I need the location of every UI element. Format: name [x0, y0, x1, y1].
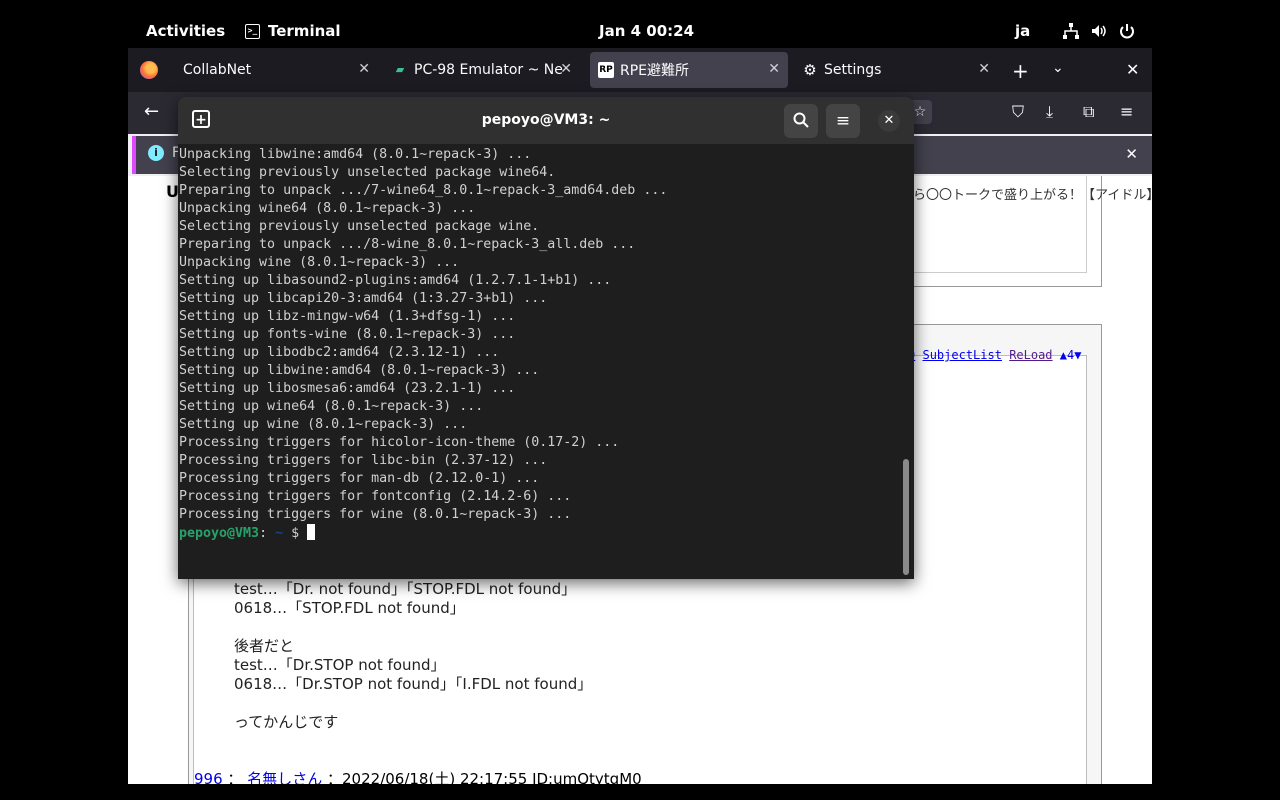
activities-button[interactable]: Activities [146, 22, 225, 40]
tab-label: PC-98 Emulator ~ Neko [414, 62, 564, 78]
extensions-icon[interactable]: ⧉ [1083, 102, 1094, 122]
terminal-line: Setting up libasound2-plugins:amd64 (1.2… [179, 273, 612, 288]
link-arrows[interactable]: ▲4▼ [1060, 348, 1082, 362]
tab-collabnet[interactable]: CollabNet ✕ [172, 52, 378, 88]
terminal-line: Selecting previously unselected package … [179, 165, 556, 180]
power-icon[interactable] [1118, 22, 1136, 40]
input-language[interactable]: ja [1015, 22, 1030, 40]
download-icon[interactable]: ⤓ [1046, 102, 1053, 122]
terminal-line: Setting up libwine:amd64 (8.0.1~repack-3… [179, 363, 540, 378]
terminal-line: Unpacking wine (8.0.1~repack-3) ... [179, 255, 460, 270]
terminal-line: Processing triggers for fontconfig (2.14… [179, 489, 572, 504]
tab-pc98-emulator[interactable]: ▰ PC-98 Emulator ~ Neko ✕ [382, 52, 580, 88]
tab-label: Settings [824, 62, 882, 78]
pocket-icon[interactable]: ⛉ [1012, 102, 1024, 122]
post-line: test…「Dr. not found」「STOP.FDL not found」 [234, 580, 577, 598]
terminal-scrollbar[interactable] [903, 459, 909, 575]
terminal-line: Processing triggers for libc-bin (2.37-1… [179, 453, 548, 468]
window-close-button[interactable]: ✕ [1126, 60, 1139, 79]
prompt-symbol: $ [283, 526, 308, 541]
terminal-window: pepoyo@VM3: ~ + ≡ ✕ Unpacking libwine:am… [178, 97, 914, 579]
terminal-icon: >_ [245, 23, 260, 39]
terminal-line: Unpacking wine64 (8.0.1~repack-3) ... [179, 201, 476, 216]
rpe-icon: RP [598, 62, 614, 78]
volume-icon[interactable] [1090, 22, 1108, 40]
tab-bar: CollabNet ✕ ▰ PC-98 Emulator ~ Neko ✕ RP… [128, 48, 1152, 92]
prompt-separator: : [259, 526, 268, 541]
text-cursor [307, 524, 316, 540]
new-tab-button[interactable]: + [1012, 59, 1029, 83]
post-author[interactable]: 名無しさん [247, 770, 322, 784]
gnome-top-bar: Activities >_ Terminal Jan 4 00:24 ja [0, 0, 1280, 48]
close-icon[interactable]: ✕ [1125, 145, 1138, 163]
new-tab-icon[interactable]: + [192, 110, 210, 128]
terminal-line: Selecting previously unselected package … [179, 219, 540, 234]
terminal-output[interactable]: Unpacking libwine:amd64 (8.0.1~repack-3)… [179, 146, 899, 576]
terminal-line: Preparing to unpack .../8-wine_8.0.1~rep… [179, 237, 636, 252]
terminal-line: Processing triggers for hicolor-icon-the… [179, 435, 620, 450]
prompt-user: pepoyo@VM3 [179, 526, 260, 541]
post-line: ってかんじです [234, 713, 339, 731]
terminal-line: Setting up libodbc2:amd64 (2.3.12-1) ... [179, 345, 500, 360]
list-tabs-button[interactable]: ⌄ [1052, 60, 1064, 76]
headline-link[interactable]: ら〇〇トークで盛り上がる！【アイドル】 [913, 184, 1152, 203]
terminal-line: Setting up libosmesa6:amd64 (23.2.1-1) .… [179, 381, 516, 396]
system-tray[interactable] [1062, 22, 1136, 40]
close-icon[interactable]: ✕ [878, 110, 900, 132]
post-separator: ： [227, 770, 243, 784]
tab-label: RPE避難所 [620, 63, 690, 79]
pc98-icon: ▰ [395, 63, 405, 76]
post-line: 0618…「Dr.STOP not found」「I.FDL not found… [234, 675, 593, 693]
app-menu[interactable]: >_ Terminal [245, 22, 341, 40]
post-meta: ：2022/06/18(土) 22:17:55 ID:umQtytqM0 [327, 770, 642, 784]
post-line: 後者だと [234, 637, 295, 655]
tab-settings[interactable]: ⚙ Settings ✕ [792, 52, 998, 88]
terminal-prompt[interactable]: pepoyo@VM3: ~ $ [179, 524, 899, 543]
link-reload[interactable]: ReLoad [1009, 348, 1052, 362]
app-menu-label: Terminal [268, 22, 341, 40]
menu-icon[interactable]: ≡ [1120, 102, 1133, 121]
terminal-line: Setting up libcapi20-3:amd64 (1:3.27-3+b… [179, 291, 548, 306]
terminal-line: Unpacking libwine:amd64 (8.0.1~repack-3)… [179, 147, 532, 162]
terminal-line: Setting up fonts-wine (8.0.1~repack-3) .… [179, 327, 516, 342]
back-arrow-icon[interactable]: ← [144, 101, 159, 122]
post-line: 0618…「STOP.FDL not found」 [234, 599, 465, 617]
close-icon[interactable]: ✕ [978, 61, 990, 77]
post-line: test…「Dr.STOP not found」 [234, 656, 446, 674]
network-icon[interactable] [1062, 22, 1080, 40]
clock[interactable]: Jan 4 00:24 [599, 22, 694, 40]
terminal-line: Setting up libz-mingw-w64 (1.3+dfsg-1) .… [179, 309, 516, 324]
terminal-line: Setting up wine64 (8.0.1~repack-3) ... [179, 399, 484, 414]
thread-nav-links: 0 SubjectList ReLoad ▲4▼ [908, 348, 1081, 362]
close-icon[interactable]: ✕ [768, 61, 780, 77]
info-icon: i [148, 145, 164, 161]
link-subject-list[interactable]: SubjectList [922, 348, 1001, 362]
terminal-line: Setting up wine (8.0.1~repack-3) ... [179, 417, 468, 432]
post-header: 996 ： 名無しさん ：2022/06/18(土) 22:17:55 ID:u… [194, 768, 642, 784]
firefox-icon[interactable] [140, 61, 158, 79]
tab-label: CollabNet [183, 62, 252, 78]
terminal-line: Preparing to unpack .../7-wine64_8.0.1~r… [179, 183, 668, 198]
post-number-link[interactable]: 996 [194, 770, 223, 784]
terminal-line: Processing triggers for man-db (2.12.0-1… [179, 471, 540, 486]
prompt-path: ~ [267, 526, 284, 541]
tab-rpe[interactable]: RP RPE避難所 ✕ [590, 52, 788, 88]
terminal-header: pepoyo@VM3: ~ + ≡ ✕ [178, 97, 914, 144]
close-icon[interactable]: ✕ [560, 61, 572, 77]
gear-icon: ⚙ [803, 61, 817, 79]
close-icon[interactable]: ✕ [358, 61, 370, 77]
terminal-line: Processing triggers for wine (8.0.1~repa… [179, 507, 572, 522]
search-icon[interactable] [784, 104, 818, 138]
hamburger-menu-icon[interactable]: ≡ [826, 104, 860, 138]
